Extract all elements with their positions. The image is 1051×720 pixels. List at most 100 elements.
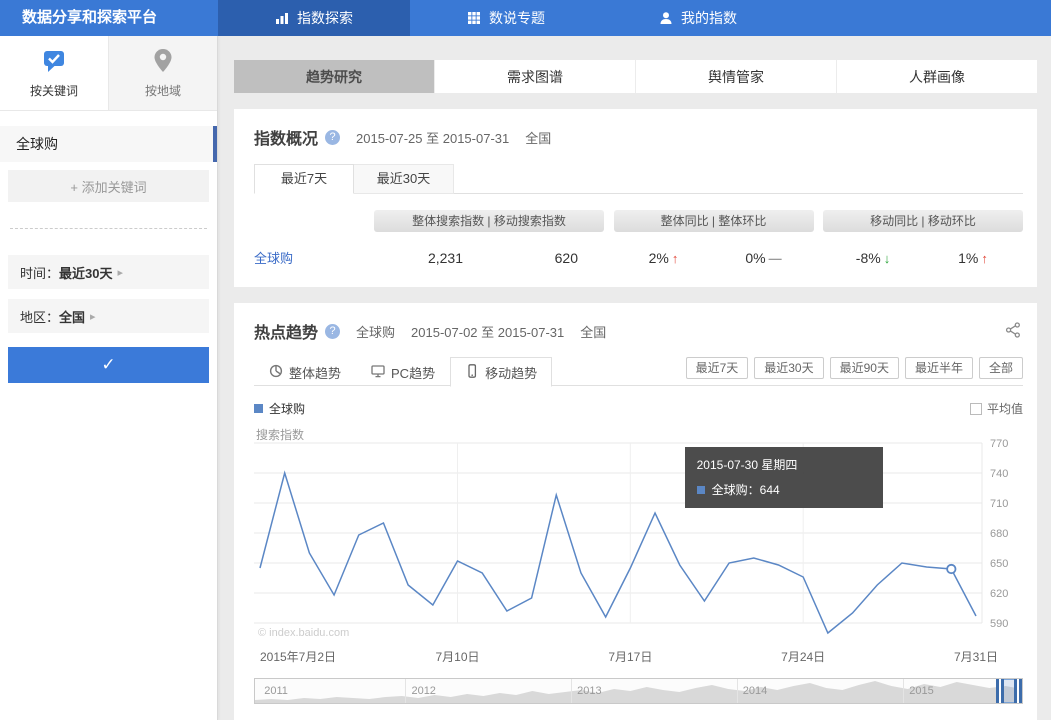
tab-label: PC趋势 (391, 363, 435, 382)
average-toggle[interactable]: 平均值 (970, 400, 1023, 417)
year-tick (903, 679, 904, 703)
range-last-half-year[interactable]: 最近半年 (905, 357, 973, 379)
trend-date-range: 2015-07-02 至 2015-07-31 (411, 322, 564, 341)
tooltip-value: 644 (760, 483, 780, 497)
column-header-overall-compare: 整体同比 | 整体环比 (614, 210, 814, 232)
panel-title: 热点趋势 (254, 319, 318, 343)
panel-title: 指数概况 (254, 125, 318, 149)
add-keyword-label: + 添加关键词 (70, 177, 146, 196)
selected-keyword[interactable]: 全球购 (0, 126, 217, 162)
nav-item-label: 数说专题 (489, 8, 545, 28)
watermark: © index.baidu.com (258, 627, 349, 639)
x-axis-labels: 2015年7月2日7月10日7月17日7月24日7月31日 (254, 648, 1023, 666)
tab-label: 移动趋势 (485, 363, 537, 382)
tab-sentiment-manager[interactable]: 舆情管家 (636, 60, 837, 93)
add-keyword-button[interactable]: + 添加关键词 (8, 170, 209, 202)
tab-label: 整体趋势 (289, 363, 341, 382)
year-tick (405, 679, 406, 703)
nav-item-data-topics[interactable]: 数说专题 (410, 0, 602, 36)
timeline-year: 2014 (743, 685, 767, 697)
tab-trend-research[interactable]: 趋势研究 (234, 60, 435, 93)
top-navigation-bar: 数据分享和探索平台 指数探索 数说专题 我的指数 (0, 0, 1051, 36)
confirm-button[interactable]: ✓ (8, 347, 209, 383)
year-tick (737, 679, 738, 703)
range-last-7-days[interactable]: 最近7天 (686, 357, 749, 379)
help-icon[interactable]: ? (325, 130, 340, 145)
average-label: 平均值 (987, 400, 1023, 417)
tab-pc-trend[interactable]: PC趋势 (356, 357, 450, 387)
line-chart-canvas: 770740710680650620590搜索指数© index.baidu.c… (254, 427, 1023, 645)
timeline-area-silhouette (255, 679, 1022, 703)
nav-item-label: 我的指数 (681, 8, 737, 28)
timeline-handle-left[interactable] (996, 679, 1004, 703)
mobile-search-index-value: 620 (489, 250, 604, 266)
y-axis-title: 搜索指数 (256, 427, 304, 442)
sidebar: 按关键词 按地域 全球购 + 添加关键词 时间： 最近30天 ▸ 地区： 全国 … (0, 36, 218, 720)
y-axis-tick: 620 (990, 588, 1008, 600)
overview-column-headers: 整体搜索指数 | 移动搜索指数 整体同比 | 整体环比 移动同比 | 移动环比 (254, 210, 1023, 232)
timeline-scrubber[interactable]: 2011 2012 2013 2014 2015 (254, 678, 1023, 704)
nav-item-my-index[interactable]: 我的指数 (602, 0, 794, 36)
top-nav: 指数探索 数说专题 我的指数 (218, 0, 794, 36)
keyword-link[interactable]: 全球购 (254, 251, 293, 266)
grid-icon (467, 11, 481, 25)
mode-by-region[interactable]: 按地域 (108, 36, 217, 110)
tab-overall-trend[interactable]: 整体趋势 (254, 357, 356, 387)
overall-mom-cell: 0%— (714, 250, 814, 266)
mode-label: 按地域 (145, 82, 181, 99)
time-filter[interactable]: 时间： 最近30天 ▸ (8, 255, 209, 289)
legend-swatch (254, 404, 263, 413)
tab-last-30-days[interactable]: 最近30天 (354, 164, 454, 194)
tab-last-7-days[interactable]: 最近7天 (254, 164, 354, 194)
average-checkbox[interactable] (970, 403, 982, 415)
overview-region: 全国 (525, 128, 551, 147)
x-axis-label: 7月24日 (781, 648, 825, 665)
tooltip-swatch (697, 486, 705, 494)
overview-date-range: 2015-07-25 至 2015-07-31 (356, 128, 509, 147)
pie-chart-icon (269, 364, 283, 381)
mode-by-keyword[interactable]: 按关键词 (0, 36, 108, 110)
y-axis-tick: 680 (990, 528, 1008, 540)
map-pin-icon (152, 48, 174, 77)
range-all[interactable]: 全部 (979, 357, 1023, 379)
column-header-mobile-compare: 移动同比 | 移动环比 (823, 210, 1023, 232)
tab-demand-graph[interactable]: 需求图谱 (435, 60, 636, 93)
main-content: 趋势研究 需求图谱 舆情管家 人群画像 指数概况 ? 2015-07-25 至 … (218, 36, 1051, 720)
time-range-buttons: 最近7天 最近30天 最近90天 最近半年 全部 (686, 357, 1023, 379)
region-filter-value: 全国 (59, 307, 85, 326)
column-header-search-index: 整体搜索指数 | 移动搜索指数 (374, 210, 604, 232)
highlighted-point (947, 565, 955, 573)
range-last-90-days[interactable]: 最近90天 (830, 357, 899, 379)
tab-mobile-trend[interactable]: 移动趋势 (450, 357, 552, 387)
x-axis-label: 7月31日 (954, 648, 998, 665)
x-axis-label: 7月10日 (436, 648, 480, 665)
chevron-right-icon: ▸ (90, 310, 96, 323)
chart-tooltip: 2015-07-30 星期四 全球购： 644 (685, 447, 883, 508)
help-icon[interactable]: ? (325, 324, 340, 339)
trend-line-chart[interactable]: 770740710680650620590搜索指数© index.baidu.c… (254, 427, 1023, 645)
timeline-handle-right[interactable] (1014, 679, 1022, 703)
range-last-30-days[interactable]: 最近30天 (754, 357, 823, 379)
y-axis-tick: 770 (990, 438, 1008, 450)
mode-label: 按关键词 (30, 82, 78, 99)
bar-chart-icon (275, 11, 289, 25)
overall-search-index-value: 2,231 (374, 250, 489, 266)
hot-trend-panel: 热点趋势 ? 全球购 2015-07-02 至 2015-07-31 全国 整体… (234, 303, 1037, 720)
x-axis-label: 7月17日 (608, 648, 652, 665)
tooltip-label: 全球购： (712, 481, 760, 498)
monitor-icon (371, 364, 385, 381)
index-overview-panel: 指数概况 ? 2015-07-25 至 2015-07-31 全国 最近7天 最… (234, 109, 1037, 287)
trend-type-tabs: 整体趋势 PC趋势 移动趋势 最近7天 最近30天 最近90天 最近半年 全部 (254, 355, 1023, 386)
tab-audience-profile[interactable]: 人群画像 (837, 60, 1037, 93)
up-arrow-icon: ↑ (981, 251, 988, 266)
y-axis-tick: 650 (990, 558, 1008, 570)
timeline-year: 2012 (411, 685, 435, 697)
nav-item-label: 指数探索 (297, 8, 353, 28)
trend-keyword: 全球购 (356, 322, 395, 341)
timeline-year: 2013 (577, 685, 601, 697)
region-filter[interactable]: 地区： 全国 ▸ (8, 299, 209, 333)
nav-item-index-explore[interactable]: 指数探索 (218, 0, 410, 36)
share-icon[interactable] (1003, 320, 1023, 343)
region-filter-label: 地区： (20, 307, 59, 326)
down-arrow-icon: ↓ (884, 251, 891, 266)
